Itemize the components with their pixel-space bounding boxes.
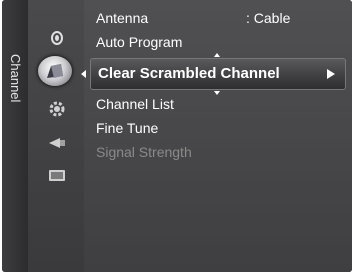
menu-content: Antenna : Cable Auto Program Clear Scram… <box>81 0 352 272</box>
menu-item-channel-list[interactable]: Channel List <box>96 96 174 112</box>
application-icon[interactable] <box>46 164 68 186</box>
play-arrow-icon <box>327 69 335 79</box>
setup-gear-icon[interactable] <box>46 98 68 120</box>
tv-menu-panel: Channel Antenna: Cable Auto Program Cle… <box>2 0 352 272</box>
menu-item-signal-strength: Signal Strength <box>96 144 192 160</box>
channel-icon[interactable] <box>38 56 72 86</box>
antenna-value: : Cable <box>246 10 291 26</box>
menu-icon-column <box>28 0 84 272</box>
category-label: Channel <box>8 54 23 103</box>
menu-item-fine-tune[interactable]: Fine Tune <box>96 120 158 136</box>
menu-item-clear-scrambled-channel[interactable]: Clear Scrambled Channel <box>81 58 346 90</box>
scroll-up-icon[interactable] <box>214 53 220 57</box>
menu-item-auto-program[interactable]: Auto Program <box>96 34 182 50</box>
menu-item-label: Clear Scrambled Channel <box>98 65 280 82</box>
scroll-down-icon[interactable] <box>214 91 220 95</box>
input-icon[interactable] <box>46 132 68 154</box>
category-side-tab: Channel <box>2 0 28 272</box>
antenna-icon[interactable] <box>46 26 68 48</box>
menu-item-antenna[interactable]: Antenna : Cable <box>96 10 290 26</box>
chevron-left-icon <box>81 70 86 78</box>
menu-item-label: Antenna <box>96 10 149 26</box>
